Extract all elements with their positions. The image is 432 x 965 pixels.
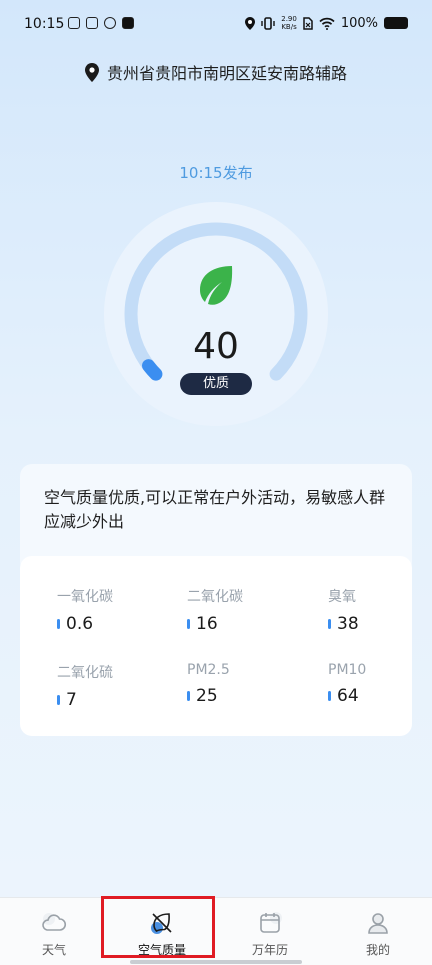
pollutant-card: 一氧化碳 0.6 二氧化碳 16 臭氧 38 二氧化硫 7 PM2.5 25 P…: [20, 556, 412, 736]
pollutant-name: 一氧化碳: [57, 589, 113, 605]
pollutant-value: 38: [337, 614, 359, 634]
aqi-value: 40: [193, 326, 239, 367]
status-right: 2.90 KB/s 100%: [245, 15, 408, 31]
pollutant-value: 0.6: [66, 614, 94, 634]
battery-icon: [384, 17, 408, 29]
pollutant-item: 二氧化硫 7: [57, 662, 113, 710]
status-time: 10:15: [24, 16, 65, 32]
vibrate-icon: [261, 16, 275, 30]
leaf-icon: [200, 266, 233, 305]
pollutant-item: 一氧化碳 0.6: [57, 586, 113, 634]
user-icon: [368, 913, 388, 934]
pollutant-indicator: [57, 695, 60, 705]
pollutant-item: 臭氧 38: [328, 586, 359, 634]
bottom-tab-bar: 天气 空气质量 万年历 我的: [0, 897, 432, 965]
tab-calendar-label: 万年历: [251, 943, 288, 957]
tab-profile[interactable]: 我的: [324, 898, 432, 965]
home-indicator[interactable]: [130, 960, 302, 964]
pollutant-name: 二氧化硫: [57, 665, 113, 681]
pollutant-value: 25: [196, 686, 218, 706]
tab-weather-label: 天气: [41, 943, 66, 957]
calendar-icon: [260, 912, 282, 933]
pollutant-item: 二氧化碳 16: [187, 586, 243, 634]
pollutant-value: 64: [337, 686, 359, 706]
status-bar: 10:15 2.90 KB/s 100%: [0, 0, 432, 50]
publish-time: 10:15发布: [179, 164, 253, 182]
sim-icon: [303, 16, 313, 30]
tab-profile-label: 我的: [365, 943, 390, 957]
air-description-text: 空气质量优质,可以正常在户外活动，易敏感人群应减少外出: [44, 488, 386, 531]
pollutant-name: PM10: [328, 662, 367, 678]
net-speed: 2.90 KB/s: [281, 15, 297, 31]
location-text: 贵州省贵阳市南明区延安南路辅路: [106, 64, 347, 83]
link-notification-icon: [104, 17, 116, 29]
pollutant-name: 臭氧: [328, 589, 356, 605]
net-speed-unit: KB/s: [281, 23, 297, 31]
battery-percent: 100%: [340, 15, 378, 31]
pollutant-indicator: [187, 691, 190, 701]
net-speed-value: 2.90: [281, 15, 297, 23]
wifi-icon: [319, 17, 335, 30]
calendar-notification-icon: [86, 17, 98, 29]
tiktok-notification-icon: [122, 17, 134, 29]
pollutant-indicator: [328, 619, 331, 629]
location-status-icon: [245, 16, 256, 30]
cloud-icon: [42, 913, 67, 931]
location-pin-icon: [84, 62, 99, 82]
app-notification-icon: [68, 17, 80, 29]
tab-calendar[interactable]: 万年历: [216, 898, 324, 965]
pollutant-item: PM10 64: [328, 662, 366, 706]
pollutant-indicator: [187, 619, 190, 629]
aqi-level-badge: 优质: [180, 373, 252, 395]
pollutant-value: 7: [66, 690, 77, 710]
pollutant-value: 16: [196, 614, 218, 634]
pollutant-name: PM2.5: [187, 662, 230, 678]
notification-icons: [68, 17, 134, 29]
location-bar[interactable]: 贵州省贵阳市南明区延安南路辅路: [0, 60, 432, 84]
tab-weather[interactable]: 天气: [0, 898, 108, 965]
selection-highlight-box: [101, 896, 215, 958]
pollutant-indicator: [328, 691, 331, 701]
aqi-gauge: 40 优质: [104, 202, 328, 426]
pollutant-name: 二氧化碳: [187, 589, 243, 605]
pollutant-indicator: [57, 619, 60, 629]
pollutant-item: PM2.5 25: [187, 662, 230, 706]
